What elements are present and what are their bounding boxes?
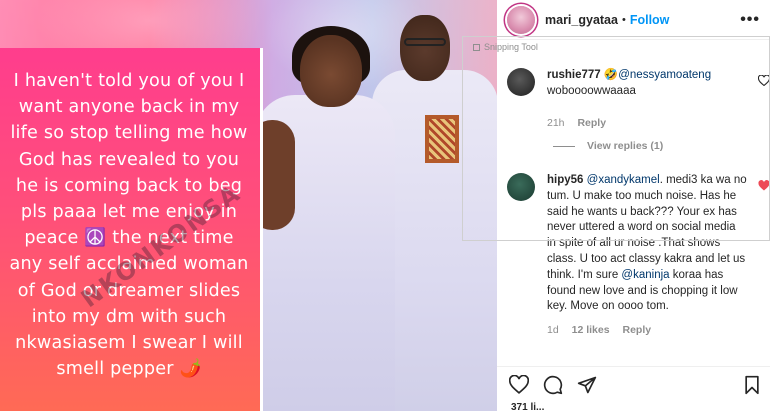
snipping-tool-frame: Snipping Tool [462,36,770,241]
comment-time: 1d [547,324,559,337]
author-avatar[interactable] [507,5,535,34]
kente-pocket [425,115,459,163]
card-text: I haven't told you of you I want anyone … [9,71,249,380]
glasses [404,38,446,46]
comment-meta: 1d 12 likes Reply [547,323,747,339]
action-bar [497,366,770,398]
comment-likes[interactable]: 12 likes [572,324,610,336]
share-icon[interactable] [577,375,597,395]
post-image[interactable]: I haven't told you of you I want anyone … [0,0,497,411]
man-head [400,15,450,81]
author-username[interactable]: mari_gyataa [545,13,618,27]
heart-icon[interactable] [508,374,530,395]
reply-button[interactable]: Reply [622,324,651,336]
likes-count[interactable]: 371 li... [511,402,544,411]
bookmark-icon[interactable] [743,375,763,395]
post-header: mari_gyataa • Follow ••• [497,0,770,40]
comment-mention-2[interactable]: @kaninja [621,269,669,281]
woman-head [300,35,362,107]
comment-icon[interactable] [543,375,563,395]
more-options-icon[interactable]: ••• [740,11,760,29]
follow-button[interactable]: Follow [630,13,670,27]
snipping-tool-icon [473,44,480,51]
snipping-tool-title: Snipping Tool [473,42,538,52]
text-card: I haven't told you of you I want anyone … [0,48,263,411]
separator-dot: • [621,13,626,26]
